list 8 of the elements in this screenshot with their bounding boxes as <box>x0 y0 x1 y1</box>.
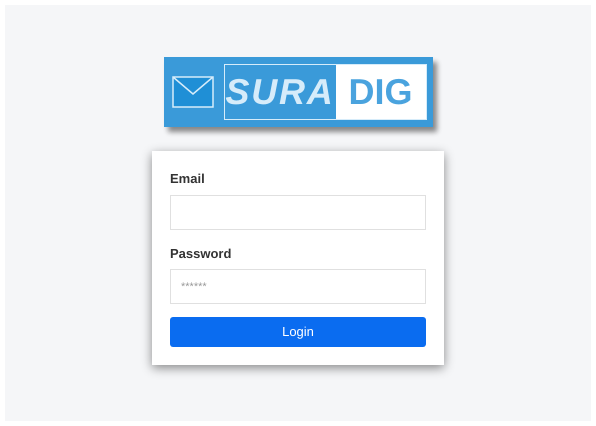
field-label: Password <box>170 244 232 262</box>
logo-text: DIG <box>336 65 426 119</box>
input-field[interactable]: ****** <box>170 269 426 304</box>
login-button[interactable]: Login <box>170 317 426 347</box>
envelope-icon <box>172 76 214 108</box>
input-field[interactable] <box>170 194 426 230</box>
logo-text: SURA <box>224 70 336 114</box>
field-label: Email <box>170 170 206 188</box>
